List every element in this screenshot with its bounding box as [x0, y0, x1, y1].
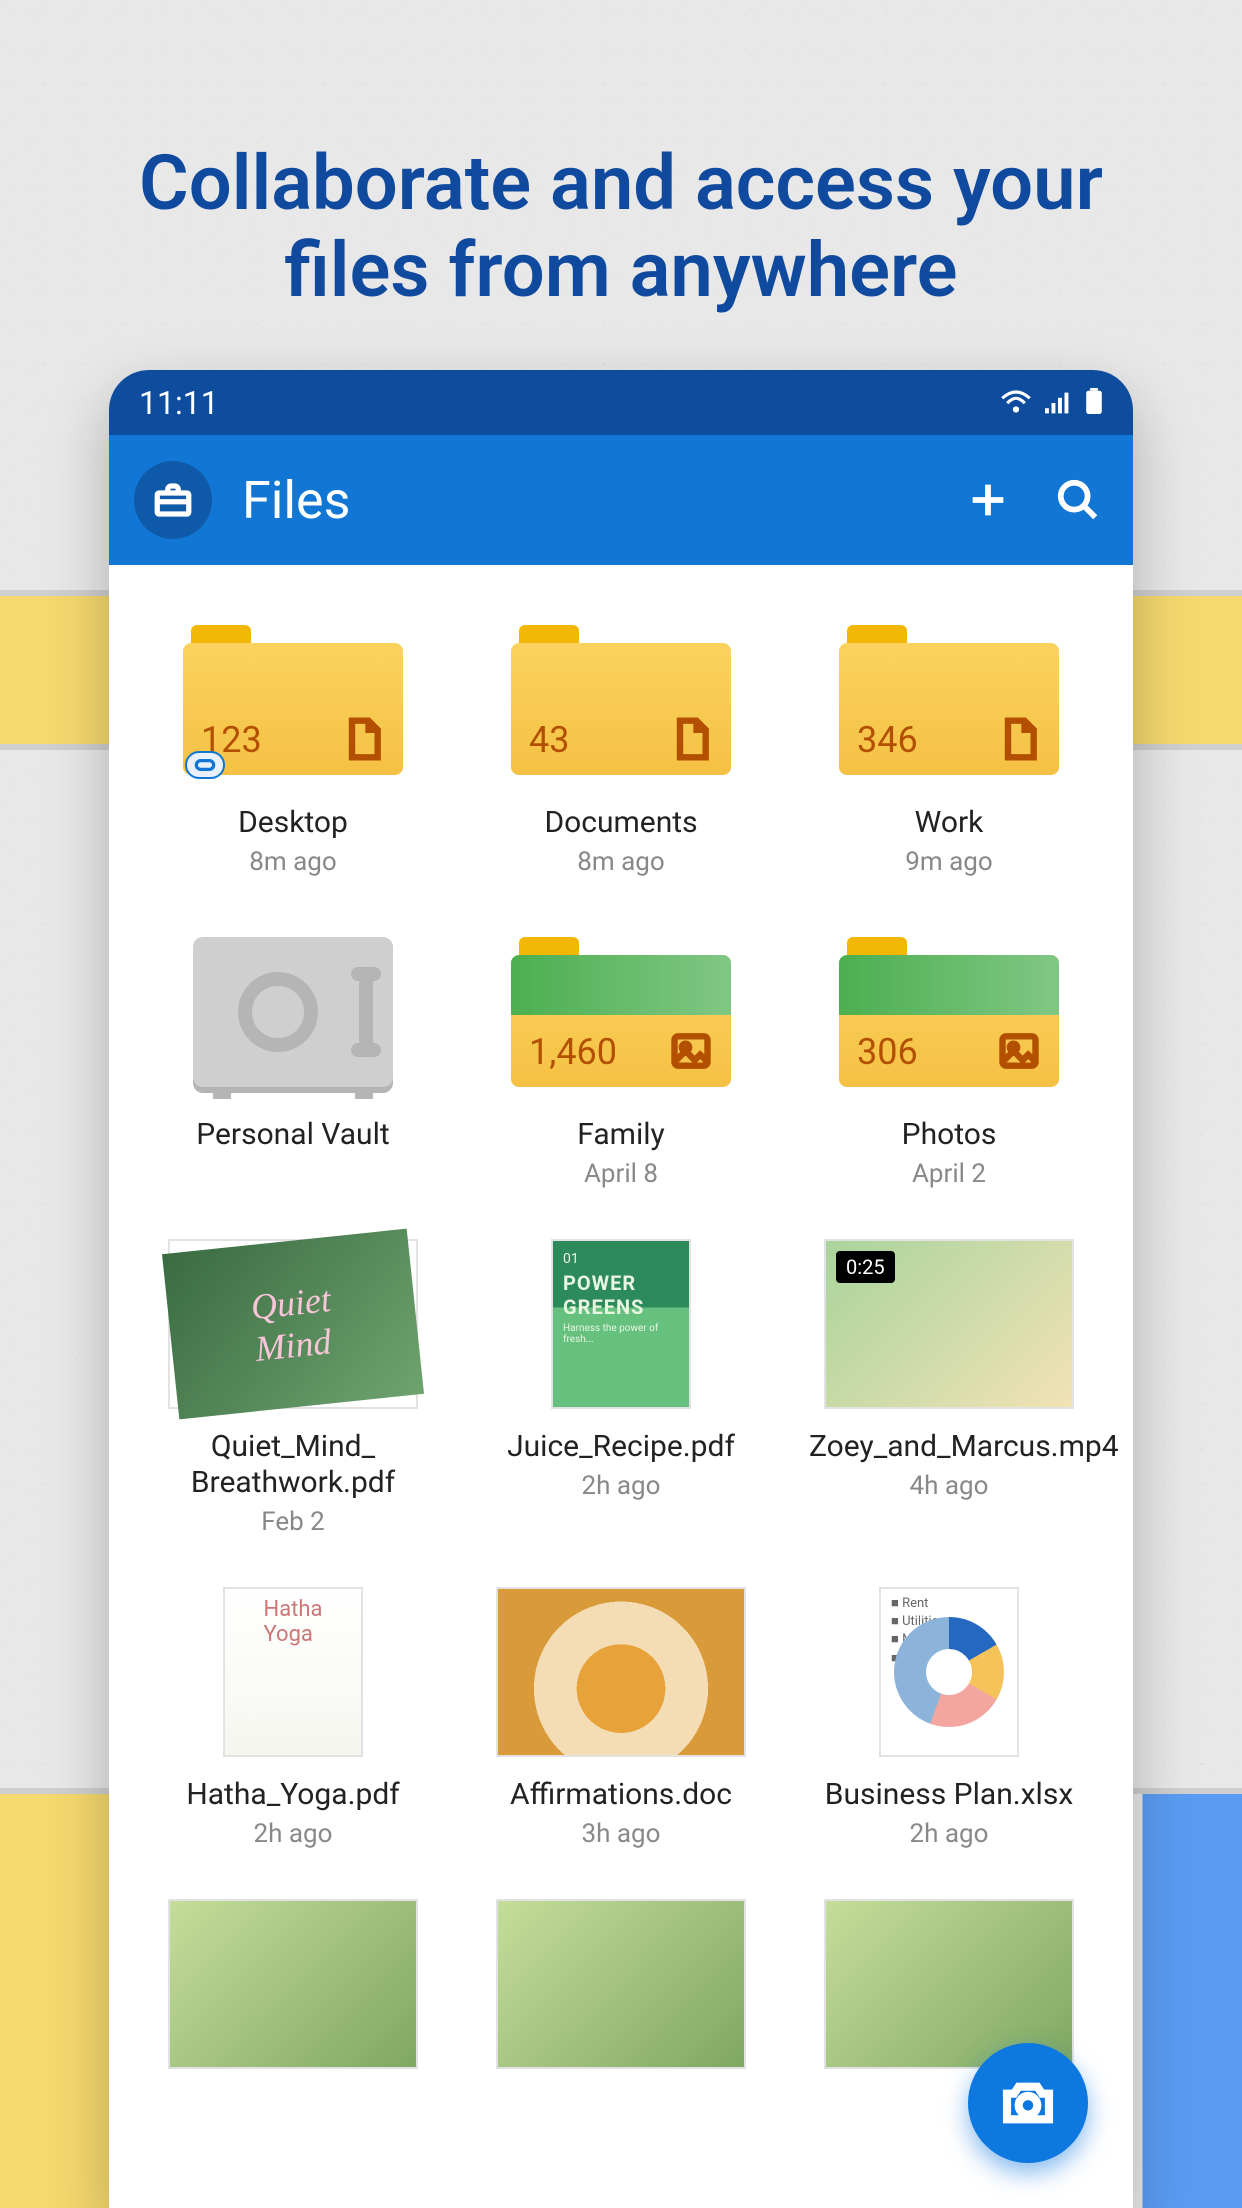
shared-badge	[185, 751, 225, 779]
file-item[interactable]	[462, 1899, 780, 2089]
vault-item[interactable]: Personal Vault	[134, 927, 452, 1189]
file-item[interactable]: ■ Rent ■ Utilities ■ Marketing ■ Employe…	[790, 1587, 1108, 1849]
item-name: Work	[915, 805, 984, 841]
item-name: Juice_Recipe.pdf	[507, 1429, 735, 1465]
search-button[interactable]	[1048, 470, 1108, 530]
item-name: Desktop	[238, 805, 348, 841]
folder-count: 43	[529, 719, 569, 761]
item-subtitle: April 8	[584, 1159, 658, 1189]
file-thumbnail: 01POWER GREENSHarness the power of fresh…	[551, 1239, 691, 1409]
status-time: 11:11	[139, 384, 219, 422]
item-subtitle: 2h ago	[582, 1471, 661, 1501]
item-subtitle: Feb 2	[261, 1507, 325, 1537]
app-bar: Files	[109, 435, 1133, 565]
file-item[interactable]: Quiet Mind Quiet_Mind_ Breathwork.pdf Feb …	[134, 1239, 452, 1537]
file-item[interactable]	[134, 1899, 452, 2089]
folder-type-icon	[997, 717, 1041, 761]
item-subtitle: 2h ago	[910, 1819, 989, 1849]
item-name: Documents	[544, 805, 697, 841]
folder-item[interactable]: 306 Photos April 2	[790, 927, 1108, 1189]
battery-icon	[1085, 384, 1103, 422]
folder-preview	[839, 955, 1059, 1015]
item-subtitle: 2h ago	[254, 1819, 333, 1849]
signal-icon	[1045, 384, 1071, 422]
folder-icon: 43	[511, 625, 731, 775]
item-name: Hatha_Yoga.pdf	[186, 1777, 399, 1813]
item-subtitle: 3h ago	[582, 1819, 661, 1849]
folder-item[interactable]: 346 Work 9m ago	[790, 615, 1108, 877]
folder-type-icon	[669, 1029, 713, 1073]
camera-icon	[1000, 2075, 1056, 2131]
item-name: Personal Vault	[196, 1117, 389, 1153]
folder-icon: 346	[839, 625, 1059, 775]
camera-fab[interactable]	[968, 2043, 1088, 2163]
folder-icon: 306	[839, 937, 1059, 1087]
file-thumbnail: Hatha Yoga	[223, 1587, 363, 1757]
account-switcher-button[interactable]	[134, 461, 212, 539]
file-item[interactable]: 0:25 Zoey_and_Marcus.mp4 4h ago	[790, 1239, 1108, 1537]
item-name: Zoey_and_Marcus.mp4	[809, 1429, 1089, 1465]
folder-count: 346	[857, 719, 918, 761]
file-thumbnail	[168, 1899, 418, 2069]
briefcase-icon	[152, 479, 194, 521]
folder-type-icon	[997, 1029, 1041, 1073]
file-item[interactable]: Affirmations.doc 3h ago	[462, 1587, 780, 1849]
item-name: Affirmations.doc	[510, 1777, 732, 1813]
folder-count: 1,460	[529, 1031, 617, 1073]
folder-preview	[511, 955, 731, 1015]
vault-icon	[193, 937, 393, 1087]
file-thumbnail: Quiet Mind	[168, 1239, 418, 1409]
item-subtitle: 4h ago	[910, 1471, 989, 1501]
item-name: Quiet_Mind_ Breathwork.pdf	[191, 1429, 395, 1501]
folder-item[interactable]: 43 Documents 8m ago	[462, 615, 780, 877]
add-button[interactable]	[958, 470, 1018, 530]
status-bar: 11:11	[109, 370, 1133, 435]
item-subtitle: 8m ago	[249, 847, 336, 877]
file-thumbnail	[496, 1899, 746, 2069]
item-name: Photos	[902, 1117, 997, 1153]
folder-item[interactable]: 1,460 Family April 8	[462, 927, 780, 1189]
file-item[interactable]: Hatha Yoga Hatha_Yoga.pdf 2h ago	[134, 1587, 452, 1849]
folder-icon: 1,460	[511, 937, 731, 1087]
plus-icon	[965, 477, 1011, 523]
phone-frame: 11:11 Files 123 Desktop 8m ago 43 Documents 8…	[109, 370, 1133, 2208]
folder-type-icon	[341, 717, 385, 761]
item-subtitle: 9m ago	[905, 847, 992, 877]
file-item[interactable]: 01POWER GREENSHarness the power of fresh…	[462, 1239, 780, 1537]
file-thumbnail: ■ Rent ■ Utilities ■ Marketing ■ Employe…	[879, 1587, 1019, 1757]
promo-headline: Collaborate and access your files from a…	[0, 140, 1242, 315]
folder-icon: 123	[183, 625, 403, 775]
item-name: Business Plan.xlsx	[825, 1777, 1073, 1813]
video-duration: 0:25	[836, 1251, 895, 1283]
folder-item[interactable]: 123 Desktop 8m ago	[134, 615, 452, 877]
item-name: Family	[577, 1117, 665, 1153]
folder-count: 306	[857, 1031, 918, 1073]
files-grid: 123 Desktop 8m ago 43 Documents 8m ago 346 Work…	[109, 565, 1133, 2208]
item-subtitle: April 2	[912, 1159, 986, 1189]
folder-type-icon	[669, 717, 713, 761]
wifi-icon	[1001, 384, 1031, 422]
item-subtitle: 8m ago	[577, 847, 664, 877]
search-icon	[1055, 477, 1101, 523]
page-title: Files	[242, 470, 928, 531]
file-thumbnail: 0:25	[824, 1239, 1074, 1409]
file-thumbnail	[496, 1587, 746, 1757]
